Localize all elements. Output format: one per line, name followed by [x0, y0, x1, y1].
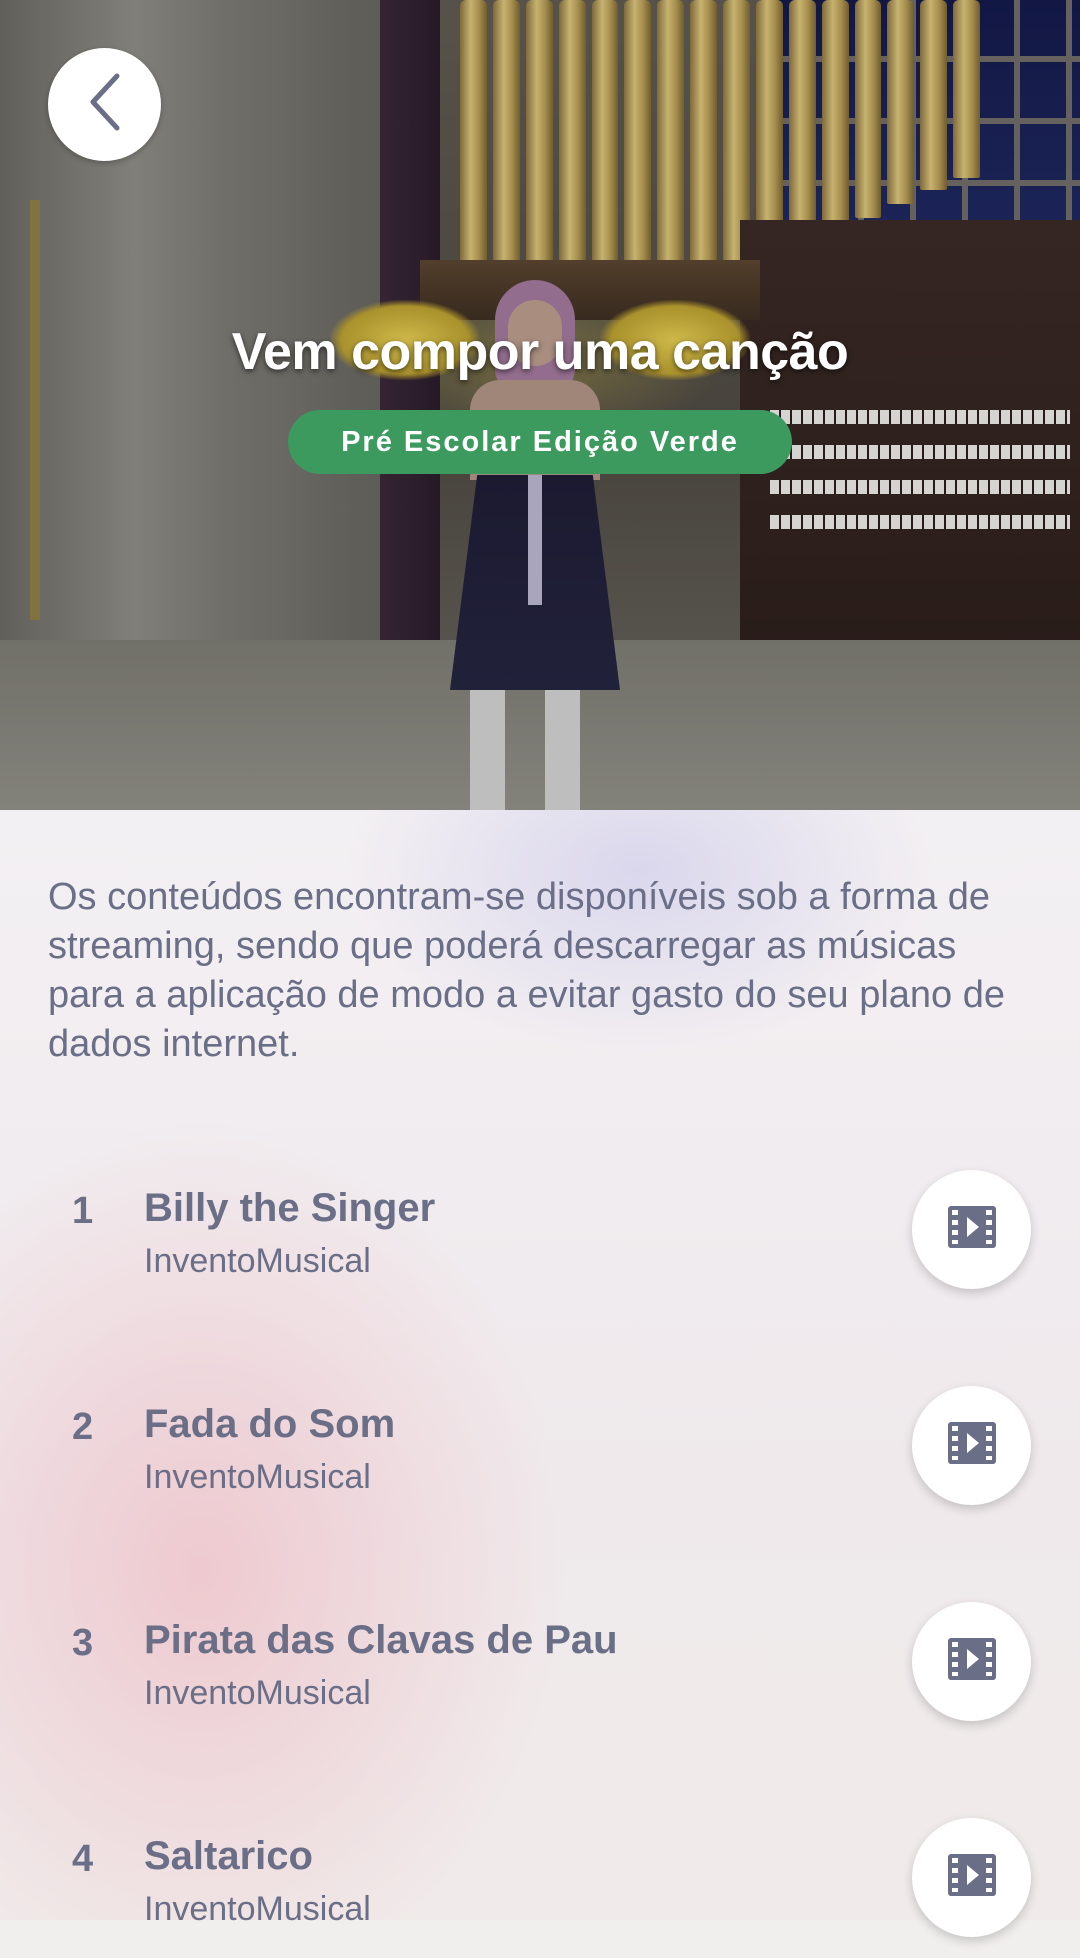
film-play-icon: [947, 1205, 997, 1254]
track-item[interactable]: 3 Pirata das Clavas de Pau InventoMusica…: [0, 1602, 1080, 1742]
track-artist: InventoMusical: [144, 1458, 371, 1496]
track-artist: InventoMusical: [144, 1242, 371, 1280]
track-title: Pirata das Clavas de Pau: [144, 1618, 618, 1662]
track-item[interactable]: 4 Saltarico InventoMusical: [0, 1818, 1080, 1958]
play-video-button[interactable]: [912, 1170, 1031, 1289]
track-item[interactable]: 2 Fada do Som InventoMusical: [0, 1386, 1080, 1526]
track-title: Saltarico: [144, 1834, 313, 1878]
film-play-icon: [947, 1637, 997, 1686]
film-play-icon: [947, 1853, 997, 1902]
track-title: Fada do Som: [144, 1402, 396, 1446]
hero-image: Vem compor uma canção Pré Escolar Edição…: [0, 0, 1080, 810]
content-area: Os conteúdos encontram-se disponíveis so…: [0, 810, 1080, 1937]
film-play-icon: [947, 1421, 997, 1470]
description-text: Os conteúdos encontram-se disponíveis so…: [48, 876, 1005, 1065]
track-title: Billy the Singer: [144, 1186, 436, 1230]
track-item[interactable]: 1 Billy the Singer InventoMusical: [0, 1170, 1080, 1310]
page-title: Vem compor uma canção: [231, 323, 849, 381]
play-video-button[interactable]: [912, 1818, 1031, 1937]
track-number: 3: [72, 1622, 94, 1664]
play-video-button[interactable]: [912, 1386, 1031, 1505]
back-button[interactable]: [48, 48, 161, 161]
track-number: 4: [72, 1838, 94, 1880]
edition-badge: Pré Escolar Edição Verde: [288, 410, 792, 474]
track-number: 1: [72, 1190, 94, 1232]
track-artist: InventoMusical: [144, 1674, 371, 1712]
chevron-left-icon: [83, 70, 127, 139]
track-artist: InventoMusical: [144, 1890, 371, 1928]
track-number: 2: [72, 1406, 94, 1448]
play-video-button[interactable]: [912, 1602, 1031, 1721]
